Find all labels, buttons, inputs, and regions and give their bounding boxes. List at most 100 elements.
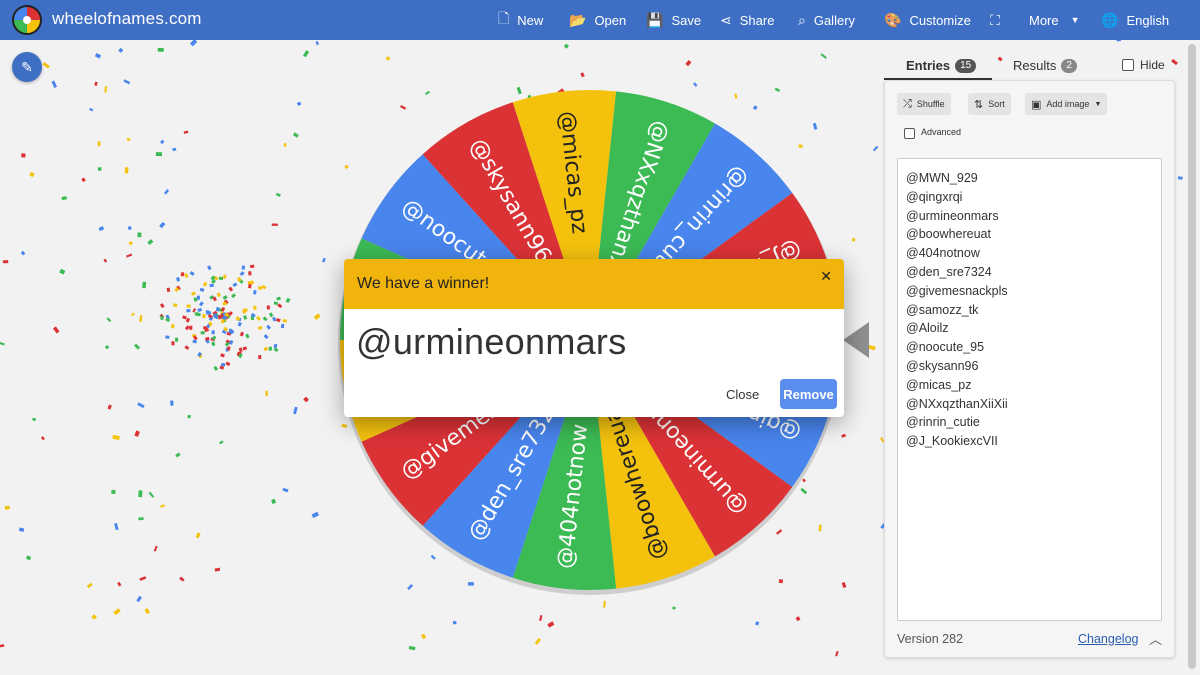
confetti-piece bbox=[97, 167, 102, 171]
nav-new-button[interactable]: 🗋 New bbox=[498, 0, 543, 40]
nav-language-button[interactable]: 🌐 English bbox=[1101, 0, 1169, 40]
confetti-piece bbox=[311, 511, 320, 519]
confetti-piece bbox=[266, 305, 271, 310]
confetti-piece bbox=[4, 505, 10, 510]
confetti-piece bbox=[257, 286, 263, 290]
brand-title[interactable]: wheelofnames.com bbox=[52, 9, 202, 29]
confetti-piece bbox=[219, 440, 224, 445]
confetti-piece bbox=[755, 621, 760, 626]
confetti-piece bbox=[204, 327, 210, 333]
confetti-piece bbox=[222, 295, 228, 300]
confetti-piece bbox=[547, 621, 555, 628]
confetti-piece bbox=[222, 274, 227, 280]
confetti-piece bbox=[213, 275, 219, 281]
confetti-piece bbox=[186, 309, 191, 313]
confetti-piece bbox=[229, 340, 234, 345]
confetti-piece bbox=[237, 321, 242, 327]
confetti-piece bbox=[166, 287, 171, 293]
confetti-piece bbox=[232, 282, 238, 288]
confetti-piece bbox=[250, 315, 255, 321]
nav-share-button[interactable]: ⋖ Share bbox=[720, 0, 774, 40]
confetti-piece bbox=[159, 303, 165, 309]
confetti-piece bbox=[1177, 176, 1183, 180]
confetti-piece bbox=[59, 268, 66, 275]
confetti-piece bbox=[213, 311, 218, 317]
confetti-piece bbox=[293, 406, 298, 415]
confetti-piece bbox=[97, 141, 101, 147]
confetti-piece bbox=[539, 614, 543, 621]
version-label: Version 282 bbox=[897, 632, 964, 646]
confetti-piece bbox=[153, 545, 158, 552]
tab-results[interactable]: Results 2 bbox=[1013, 58, 1077, 73]
confetti-piece bbox=[868, 345, 876, 351]
confetti-piece bbox=[197, 307, 203, 312]
confetti-piece bbox=[114, 522, 119, 531]
confetti-piece bbox=[25, 555, 32, 561]
confetti-piece bbox=[184, 273, 189, 279]
confetti-piece bbox=[159, 221, 166, 229]
confetti-piece bbox=[272, 316, 277, 322]
edit-wheel-button[interactable]: ✎ bbox=[12, 52, 42, 82]
confetti-piece bbox=[207, 265, 212, 271]
confetti-piece bbox=[285, 297, 291, 304]
confetti-piece bbox=[277, 303, 283, 309]
confetti-piece bbox=[170, 400, 174, 406]
nav-more-button[interactable]: More ▼ bbox=[1029, 0, 1080, 40]
confetti-piece bbox=[61, 196, 67, 201]
confetti-piece bbox=[208, 321, 213, 327]
tab-entries[interactable]: Entries 15 bbox=[906, 58, 977, 73]
advanced-checkbox[interactable] bbox=[904, 128, 915, 139]
scrollbar-thumb[interactable] bbox=[1188, 44, 1196, 669]
add-image-button[interactable]: ▣ Add image ▼ bbox=[1025, 93, 1108, 115]
entries-textarea[interactable]: @MWN_929 @qingxrqi @urmineonmars @boowhereu… bbox=[897, 158, 1162, 621]
sort-button[interactable]: ⇅ Sort bbox=[968, 93, 1011, 115]
entry-line: @404notnow bbox=[906, 246, 980, 261]
nav-gallery-button[interactable]: ⌕ Gallery bbox=[798, 0, 855, 40]
nav-label: English bbox=[1126, 12, 1170, 28]
confetti-piece bbox=[52, 326, 60, 334]
entries-panel: ⤮ Shuffle ⇅ Sort ▣ Add image ▼ Advanced … bbox=[884, 80, 1175, 658]
confetti-piece bbox=[265, 390, 268, 397]
nav-fullscreen-button[interactable]: ⛶ bbox=[990, 0, 1000, 40]
close-button[interactable]: Close bbox=[726, 387, 759, 402]
confetti-piece bbox=[107, 404, 112, 410]
shuffle-icon: ⤮ bbox=[903, 97, 912, 110]
confetti-piece bbox=[228, 311, 233, 317]
caret-down-icon: ▼ bbox=[1070, 15, 1080, 25]
changelog-link[interactable]: Changelog bbox=[1078, 632, 1138, 646]
nav-customize-button[interactable]: 🎨 Customize bbox=[884, 0, 971, 40]
confetti-piece bbox=[155, 152, 163, 157]
confetti-piece bbox=[184, 325, 190, 331]
confetti-piece bbox=[160, 139, 165, 145]
confetti-piece bbox=[835, 650, 839, 657]
hide-checkbox[interactable] bbox=[1122, 59, 1134, 71]
chevron-up-icon[interactable]: ︿ bbox=[1149, 629, 1162, 648]
confetti-piece bbox=[32, 417, 37, 422]
confetti-piece bbox=[225, 313, 231, 319]
nav-open-button[interactable]: 📂 Open bbox=[569, 0, 626, 40]
nav-save-button[interactable]: 💾 Save bbox=[646, 0, 701, 40]
close-icon[interactable]: ✕ bbox=[820, 268, 832, 285]
confetti-piece bbox=[171, 341, 175, 346]
remove-button[interactable]: Remove bbox=[780, 379, 837, 409]
confetti-piece bbox=[223, 315, 229, 320]
confetti-piece bbox=[98, 226, 105, 232]
confetti-piece bbox=[192, 339, 197, 344]
confetti-piece bbox=[51, 80, 58, 88]
wheel-logo-icon[interactable] bbox=[12, 5, 42, 35]
nav-label: Gallery bbox=[813, 12, 856, 28]
confetti-piece bbox=[217, 314, 222, 320]
share-icon: ⋖ bbox=[720, 11, 732, 28]
confetti-piece bbox=[209, 295, 215, 300]
entry-line: @urmineonmars bbox=[906, 208, 999, 223]
confetti-piece bbox=[212, 313, 218, 318]
confetti-piece bbox=[280, 323, 285, 329]
confetti-piece bbox=[248, 283, 252, 289]
confetti-piece bbox=[182, 315, 187, 320]
confetti-piece bbox=[139, 576, 147, 581]
confetti-piece bbox=[175, 452, 181, 458]
confetti-piece bbox=[302, 50, 310, 58]
confetti-piece bbox=[197, 351, 202, 357]
shuffle-button[interactable]: ⤮ Shuffle bbox=[897, 93, 951, 115]
confetti-piece bbox=[81, 177, 86, 183]
